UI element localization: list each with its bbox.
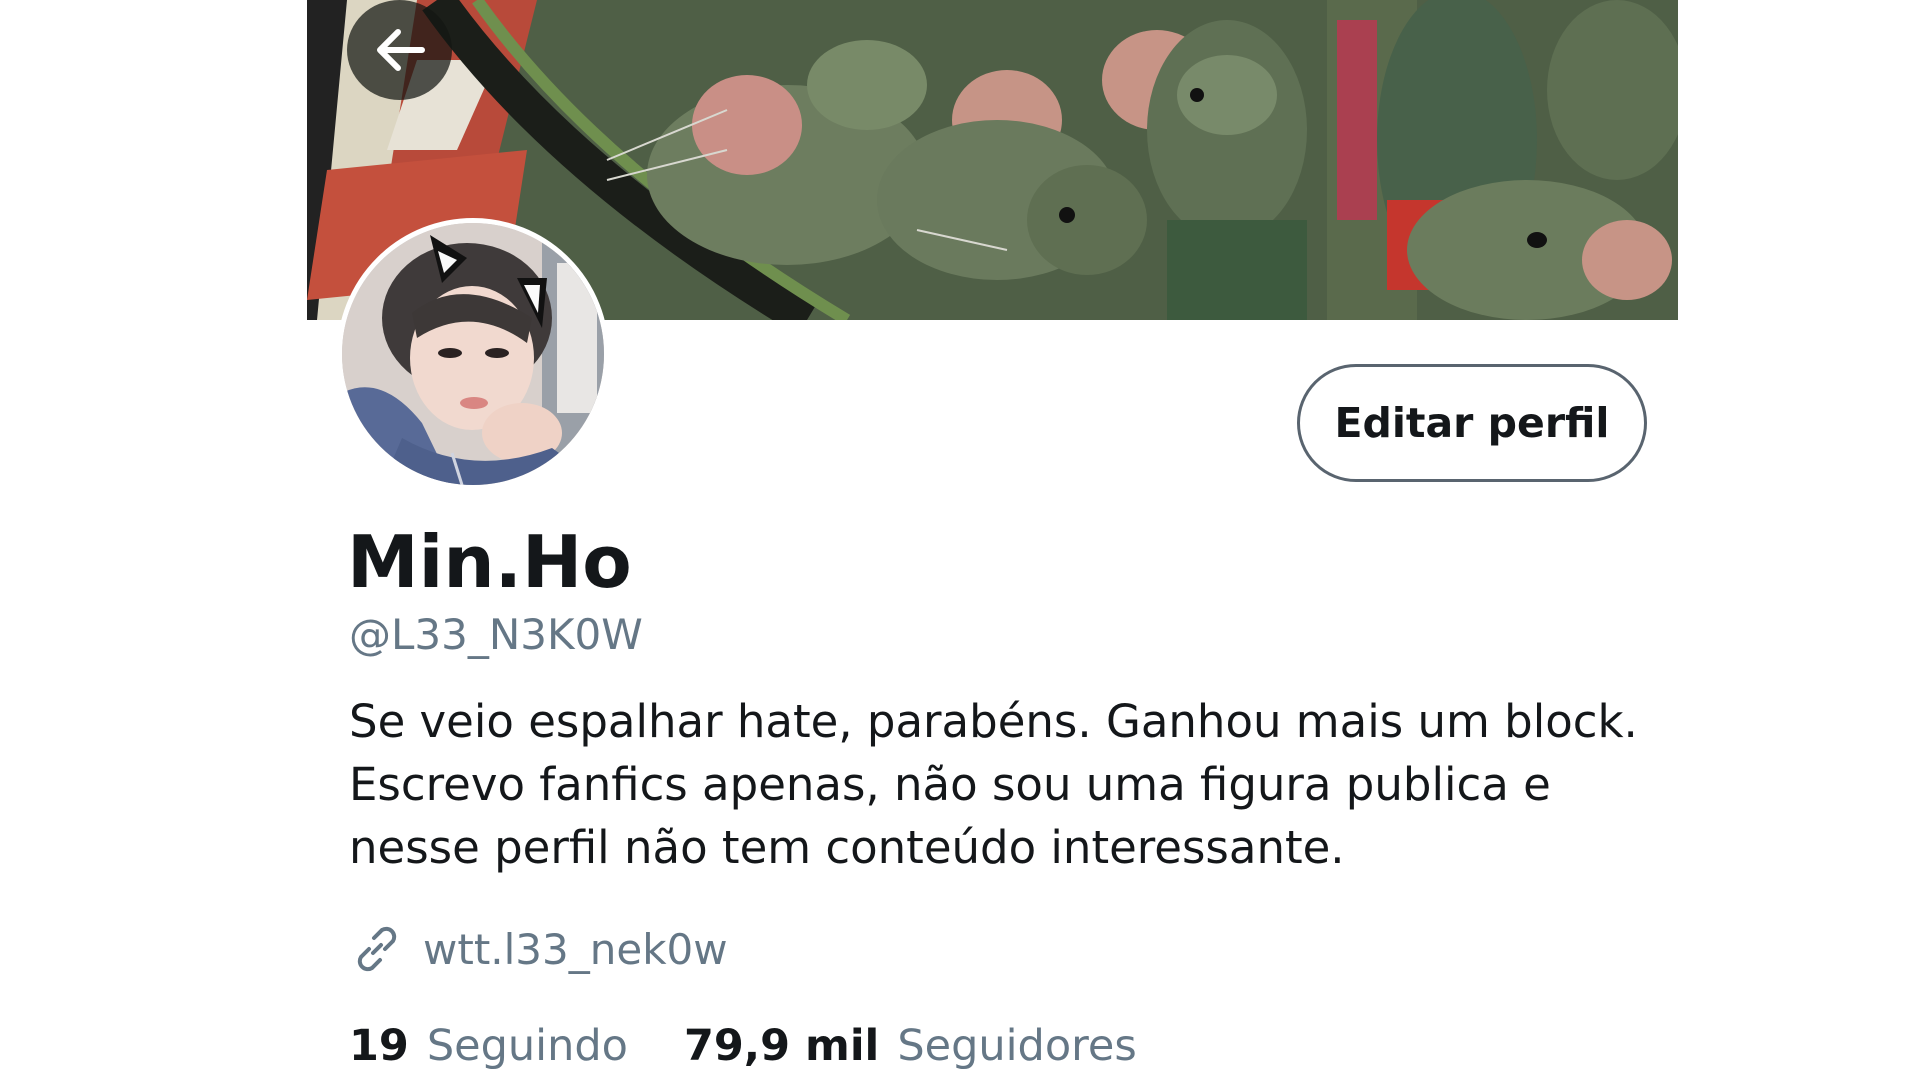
profile-link[interactable]: wtt.l33_nek0w bbox=[423, 925, 728, 974]
followers-stat[interactable]: 79,9 mil Seguidores bbox=[684, 1021, 1137, 1071]
link-icon bbox=[349, 921, 405, 977]
profile-bio: Se veio espalhar hate, parabéns. Ganhou … bbox=[349, 695, 1638, 874]
followers-count: 79,9 mil bbox=[683, 1021, 880, 1071]
profile-stats: 19 Seguindo 79,9 mil Seguidores bbox=[349, 1018, 1137, 1074]
back-button[interactable] bbox=[347, 0, 452, 100]
profile-page: Editar perfil Min.Ho @L33_N3K0W Se veio … bbox=[0, 0, 1920, 1080]
display-name: Min.Ho bbox=[347, 520, 632, 604]
following-stat[interactable]: 19 Seguindo bbox=[349, 1021, 628, 1071]
user-handle: @L33_N3K0W bbox=[349, 610, 643, 659]
following-label: Seguindo bbox=[426, 1021, 628, 1071]
followers-label: Seguidores bbox=[897, 1021, 1137, 1071]
edit-profile-button[interactable]: Editar perfil bbox=[1297, 364, 1647, 482]
arrow-left-icon bbox=[376, 29, 425, 71]
profile-link-row: wtt.l33_nek0w bbox=[349, 920, 728, 978]
following-count: 19 bbox=[349, 1021, 409, 1071]
profile-avatar[interactable] bbox=[337, 218, 609, 490]
